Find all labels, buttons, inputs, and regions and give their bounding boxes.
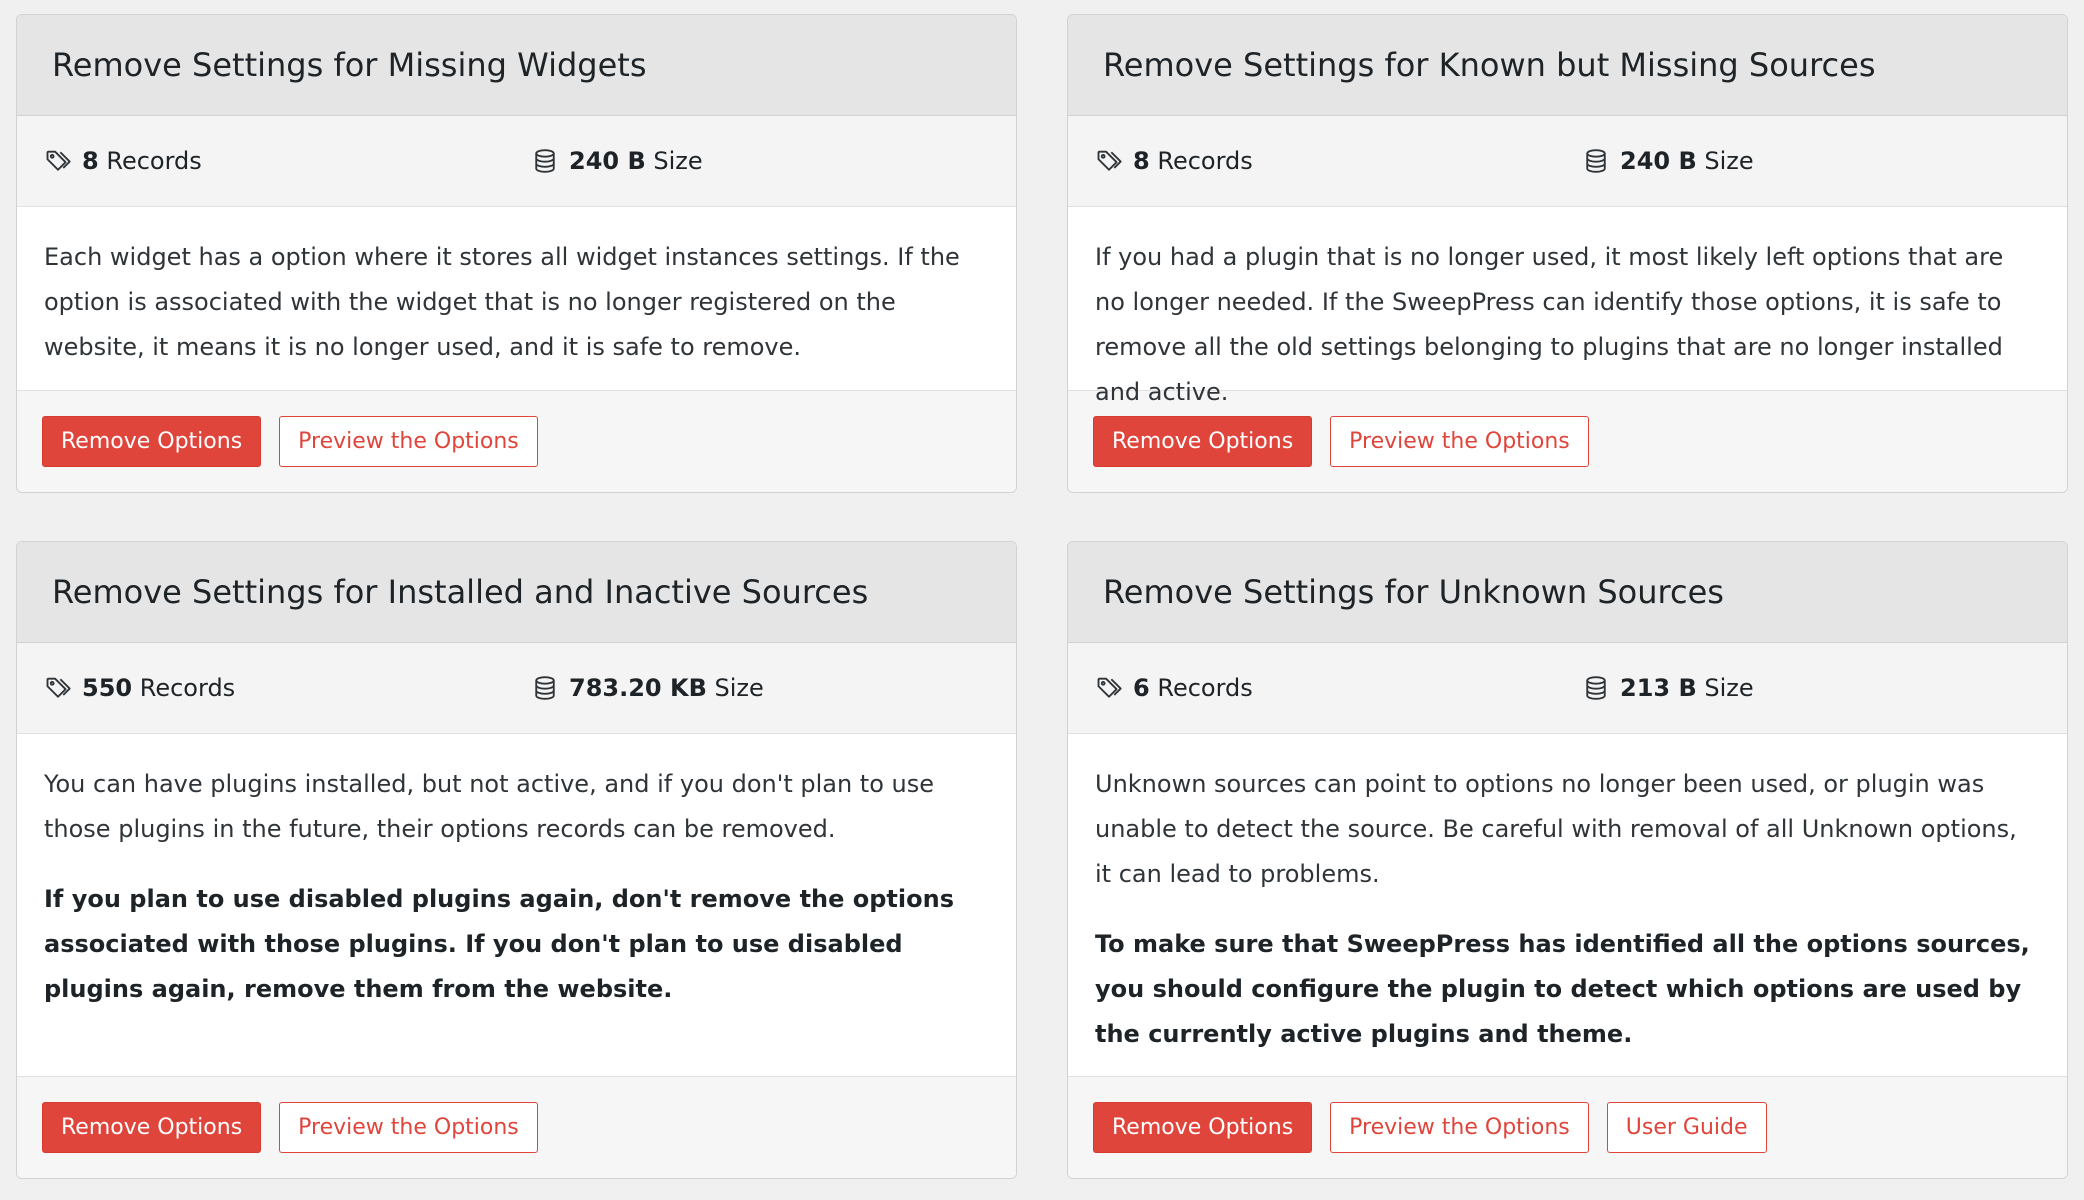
description-text: Unknown sources can point to options no … [1095,770,2017,888]
warning-text: To make sure that SweepPress has identif… [1095,930,2030,1048]
warning-text: If you plan to use disabled plugins agai… [44,885,954,1003]
preview-options-button[interactable]: Preview the Options [1330,416,1589,467]
size-value: 240 B [569,147,646,175]
card-description: If you had a plugin that is no longer us… [1068,207,2067,406]
size-label: Size [1704,147,1754,175]
records-label: Records [1157,674,1253,702]
description-text: Each widget has a option where it stores… [44,243,960,361]
tag-icon [46,150,71,171]
records-stat: 8 Records [1095,147,1582,175]
user-guide-button[interactable]: User Guide [1606,1102,1767,1153]
card-description: You can have plugins installed, but not … [17,734,1016,1076]
card-title: Remove Settings for Unknown Sources [1103,573,1724,611]
remove-options-button[interactable]: Remove Options [42,416,262,467]
records-stat: 550 Records [44,674,531,702]
description-text: You can have plugins installed, but not … [44,770,935,843]
card-stats: 8 Records 240 B Size [17,116,1016,207]
database-icon [535,149,555,173]
card-description: Unknown sources can point to options no … [1068,734,2067,1076]
remove-options-button[interactable]: Remove Options [1093,416,1313,467]
card-actions: Remove Options Preview the Options [17,1076,1016,1178]
records-stat: 6 Records [1095,674,1582,702]
database-icon [1586,676,1606,700]
card-known-missing-sources: Remove Settings for Known but Missing So… [1067,14,2068,493]
remove-options-button[interactable]: Remove Options [42,1102,262,1153]
card-description: Each widget has a option where it stores… [17,207,1016,390]
card-actions: Remove Options Preview the Options [17,390,1016,492]
card-title: Remove Settings for Known but Missing So… [1103,46,1876,84]
card-title: Remove Settings for Installed and Inacti… [52,573,869,611]
description-text: If you had a plugin that is no longer us… [1095,243,2004,406]
size-stat: 240 B Size [531,147,703,175]
size-stat: 240 B Size [1582,147,1754,175]
tag-icon [1097,677,1122,698]
tag-icon [1097,150,1122,171]
settings-cards-grid: Remove Settings for Missing Widgets 8 Re… [16,14,2068,1179]
size-label: Size [653,147,703,175]
card-stats: 8 Records 240 B Size [1068,116,2067,207]
card-header: Remove Settings for Installed and Inacti… [17,542,1016,643]
database-icon [535,676,555,700]
records-value: 6 [1133,674,1150,702]
card-header: Remove Settings for Unknown Sources [1068,542,2067,643]
card-stats: 6 Records 213 B Size [1068,643,2067,734]
preview-options-button[interactable]: Preview the Options [279,1102,538,1153]
size-value: 240 B [1620,147,1697,175]
card-header: Remove Settings for Known but Missing So… [1068,15,2067,116]
size-label: Size [714,674,764,702]
size-label: Size [1704,674,1754,702]
records-value: 8 [82,147,99,175]
card-header: Remove Settings for Missing Widgets [17,15,1016,116]
records-label: Records [139,674,236,702]
size-value: 783.20 KB [569,674,707,702]
size-stat: 213 B Size [1582,674,1754,702]
database-icon [1586,149,1606,173]
records-stat: 8 Records [44,147,531,175]
preview-options-button[interactable]: Preview the Options [279,416,538,467]
card-title: Remove Settings for Missing Widgets [52,46,647,84]
card-stats: 550 Records 783.20 KB Size [17,643,1016,734]
records-value: 550 [82,674,133,702]
records-value: 8 [1133,147,1150,175]
tag-icon [46,677,71,698]
size-value: 213 B [1620,674,1697,702]
card-unknown-sources: Remove Settings for Unknown Sources 6 Re… [1067,541,2068,1179]
records-label: Records [106,147,202,175]
card-installed-inactive-sources: Remove Settings for Installed and Inacti… [16,541,1017,1179]
remove-options-button[interactable]: Remove Options [1093,1102,1313,1153]
preview-options-button[interactable]: Preview the Options [1330,1102,1589,1153]
size-stat: 783.20 KB Size [531,674,764,702]
card-missing-widgets: Remove Settings for Missing Widgets 8 Re… [16,14,1017,493]
card-actions: Remove Options Preview the Options User … [1068,1076,2067,1178]
records-label: Records [1157,147,1253,175]
